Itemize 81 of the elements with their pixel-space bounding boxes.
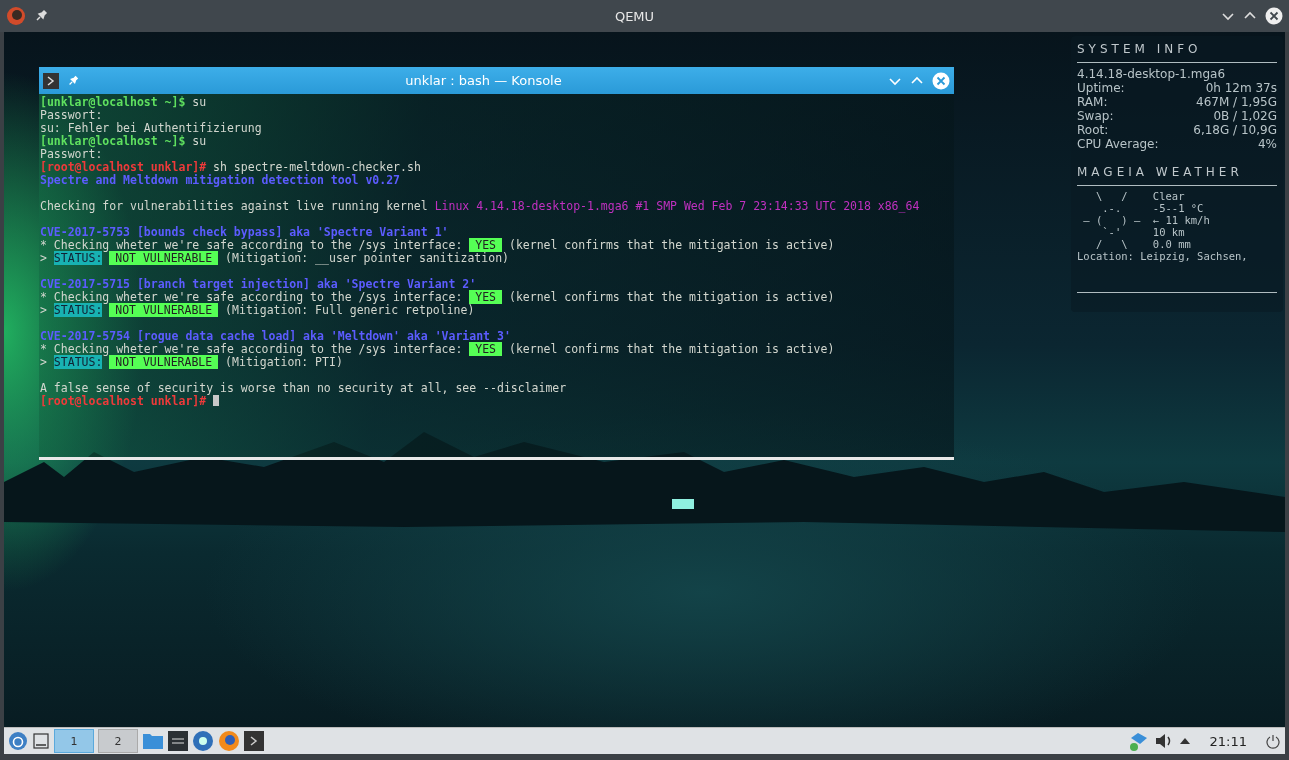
root-prompt: [root@localhost unklar]# (40, 394, 207, 408)
info-value: 467M / 1,95G (1196, 95, 1277, 109)
terminal-text: su (191, 95, 207, 109)
close-icon[interactable] (1265, 7, 1283, 25)
weather-art: .-. (1101, 202, 1123, 214)
terminal-text: A false sense of security is worse than no security at all, see --disclaimer (40, 381, 567, 395)
info-label: Root: (1077, 123, 1109, 137)
status-label: STATUS: (53, 355, 103, 369)
weather-location: Location: Leipzig, Sachsen, (1077, 250, 1248, 262)
root-prompt: [root@localhost unklar]# (40, 160, 207, 174)
browser-icon[interactable] (218, 730, 240, 752)
app-logo-icon (6, 6, 26, 26)
yes-label: YES (469, 290, 503, 304)
text-cursor (213, 395, 220, 406)
weather-art: \ / (1094, 190, 1129, 202)
terminal-text: (kernel confirms that the mitigation is active) (507, 238, 835, 252)
status-label: STATUS: (53, 251, 103, 265)
terminal-text: (kernel confirms that the mitigation is active) (507, 290, 835, 304)
kernel-version: 4.14.18-desktop-1.mga6 (1077, 67, 1227, 81)
tool-heading: Spectre and Meltdown mitigation detection tool v0.27 (40, 173, 401, 187)
weather-art: `-' (1101, 226, 1123, 238)
info-value: 4% (1257, 137, 1277, 151)
terminal-text: (kernel confirms that the mitigation is active) (507, 342, 835, 356)
terminal-text: > (40, 303, 48, 317)
pin-icon[interactable] (34, 9, 48, 23)
weather-value: -5--1 °C (1152, 202, 1204, 214)
pin-icon[interactable] (67, 74, 79, 87)
power-icon[interactable] (1265, 733, 1281, 749)
yes-label: YES (469, 342, 503, 356)
yes-label: YES (469, 238, 503, 252)
terminal-title: unklar : bash — Konsole (404, 73, 563, 88)
terminal-text: sh spectre-meltdown-checker.sh (213, 160, 421, 174)
info-value: 6,18G / 10,9G (1193, 123, 1277, 137)
weather-value: 10 km (1152, 226, 1185, 238)
terminal-text: Checking for vulnerabilities against live running kernel (40, 199, 429, 213)
show-desktop-icon[interactable] (32, 732, 50, 750)
terminal-icon[interactable] (244, 731, 264, 751)
terminal-text: * Checking wheter we're safe according to the /sys interface: (40, 290, 463, 304)
folder-icon[interactable] (142, 731, 164, 751)
verdict-label: NOT VULNERABLE (109, 303, 219, 317)
app-launcher-icon[interactable] (8, 731, 28, 751)
weather-art: / \ (1094, 238, 1129, 250)
terminal-icon (43, 72, 59, 89)
terminal-text: (Mitigation: PTI) (224, 355, 343, 369)
clock[interactable]: 21:11 (1209, 733, 1247, 749)
terminal-text: * Checking wheter we're safe according to the /sys interface: (40, 342, 464, 356)
terminal-text: su: Fehler bei Authentifizierung (40, 121, 262, 135)
terminal-text: (Mitigation: __user pointer sanitization) (224, 251, 509, 265)
widget-title: MAGEIA WEATHER (1077, 165, 1244, 179)
info-label: CPU Average: (1077, 137, 1159, 151)
terminal-text: su (192, 134, 207, 148)
terminal-text: > (40, 251, 48, 265)
terminal-text: Passwort: (40, 147, 103, 161)
weather-value: 0.0 mm (1152, 238, 1191, 250)
user-prompt: [unklar@localhost ~]$ (40, 134, 186, 148)
verdict-label: NOT VULNERABLE (109, 355, 219, 369)
verdict-label: NOT VULNERABLE (109, 251, 219, 265)
info-label: Swap: (1077, 109, 1114, 123)
tool-heading: CVE-2017-5754 [rogue data cache load] aka 'Meltdown' aka 'Variant 3' (40, 329, 511, 343)
terminal-text: (Mitigation: Full generic retpoline) (224, 303, 475, 317)
kernel-version: Linux 4.14.18-desktop-1.mga6 #1 SMP Wed Feb 7 23:14:33 UTC 2018 x86_64 (434, 199, 920, 213)
widget-title: SYSTEM INFO (1077, 42, 1203, 56)
weather-art: ― ( ) ― (1082, 214, 1142, 226)
desktop-pager[interactable]: 2 (98, 729, 138, 753)
window-title: QEMU (613, 8, 656, 24)
terminal-text: Passwort: (40, 108, 103, 122)
gear-icon[interactable] (192, 730, 214, 752)
info-label: Uptime: (1077, 81, 1125, 95)
info-value: 0B / 1,02G (1213, 109, 1277, 123)
info-label: RAM: (1077, 95, 1108, 109)
status-label: STATUS: (53, 303, 103, 317)
sliders-icon[interactable] (168, 731, 188, 751)
user-prompt: [unklar@localhost ~]$ (40, 95, 186, 109)
tool-heading: CVE-2017-5753 [bounds check bypass] aka 'Spectre Variant 1' (40, 225, 449, 239)
weather-value: Clear (1152, 190, 1185, 202)
info-value: 0h 12m 37s (1205, 81, 1277, 95)
terminal-text: > (40, 355, 48, 369)
desktop-pager[interactable]: 1 (54, 729, 94, 753)
terminal-text: * Checking wheter we're safe according to the /sys interface: (40, 238, 463, 252)
weather-value: ← 11 km/h (1152, 214, 1210, 226)
tool-heading: CVE-2017-5715 [branch target injection] aka 'Spectre Variant 2' (40, 277, 477, 291)
